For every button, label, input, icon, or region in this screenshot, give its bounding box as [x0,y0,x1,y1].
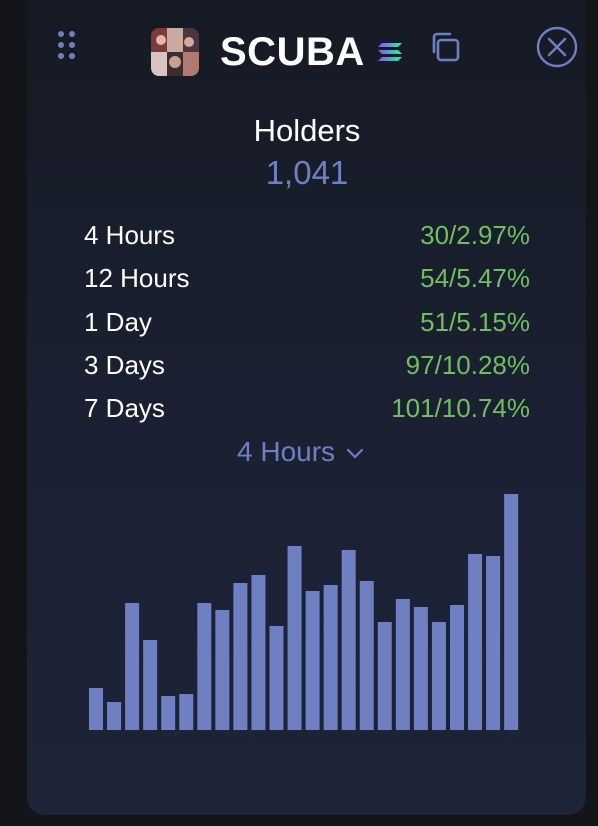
chart-bar [251,575,266,730]
token-avatar [151,28,199,76]
stat-value: 30/2.97% [420,220,530,251]
chart-bar [89,688,103,730]
chart-bar [161,696,176,730]
holders-title: Holders [253,113,361,148]
chart-bar [179,694,194,730]
stat-row-3-days: 3 Days 97/10.28% [84,344,530,387]
chart-bar [215,610,230,730]
stat-row-4-hours: 4 Hours 30/2.97% [84,214,530,257]
stat-row-12-hours: 12 Hours 54/5.47% [84,257,530,300]
chart-bar [413,607,428,730]
chart-bar [486,556,501,730]
stat-label: 1 Day [84,306,152,337]
chart-bar [323,585,338,730]
chart-bar [431,622,446,730]
stat-row-1-day: 1 Day 51/5.15% [84,301,530,344]
close-icon[interactable] [536,26,578,68]
token-name: SCUBA [220,30,365,74]
stat-label: 4 Hours [84,220,176,251]
chart-bar [233,583,248,730]
chart-bar [143,640,158,730]
copy-icon[interactable] [428,30,462,64]
chart-bar [504,494,519,730]
chart-bar [359,581,374,730]
solana-icon [378,43,402,61]
chart-bar [468,554,483,730]
chevron-down-icon [346,448,364,459]
holders-count: 1,041 [265,154,349,191]
stat-value: 97/10.28% [405,350,530,381]
stat-label: 3 Days [84,350,165,381]
stat-value: 51/5.15% [420,306,530,337]
chart-bar [377,622,392,730]
chart-bar [287,546,302,730]
chart-bar [305,591,320,730]
chart-bar [197,603,212,730]
holders-bar-chart [89,494,519,730]
chart-bar [395,599,410,730]
chart-bar [450,605,464,730]
chart-bar [341,550,356,730]
chart-bar [269,626,284,730]
chart-bar [125,603,140,730]
chart-bar [107,702,122,730]
stat-label: 7 Days [84,393,165,424]
drag-handle-icon[interactable] [58,31,76,63]
holder-stats-list: 4 Hours 30/2.97% 12 Hours 54/5.47% 1 Day… [84,214,530,430]
stat-value: 54/5.47% [420,263,530,294]
period-dropdown-label: 4 Hours [237,436,336,467]
period-dropdown[interactable]: 4 Hours [237,436,365,468]
stat-value: 101/10.74% [391,393,530,424]
stat-row-7-days: 7 Days 101/10.74% [84,387,530,430]
stat-label: 12 Hours [84,263,190,294]
